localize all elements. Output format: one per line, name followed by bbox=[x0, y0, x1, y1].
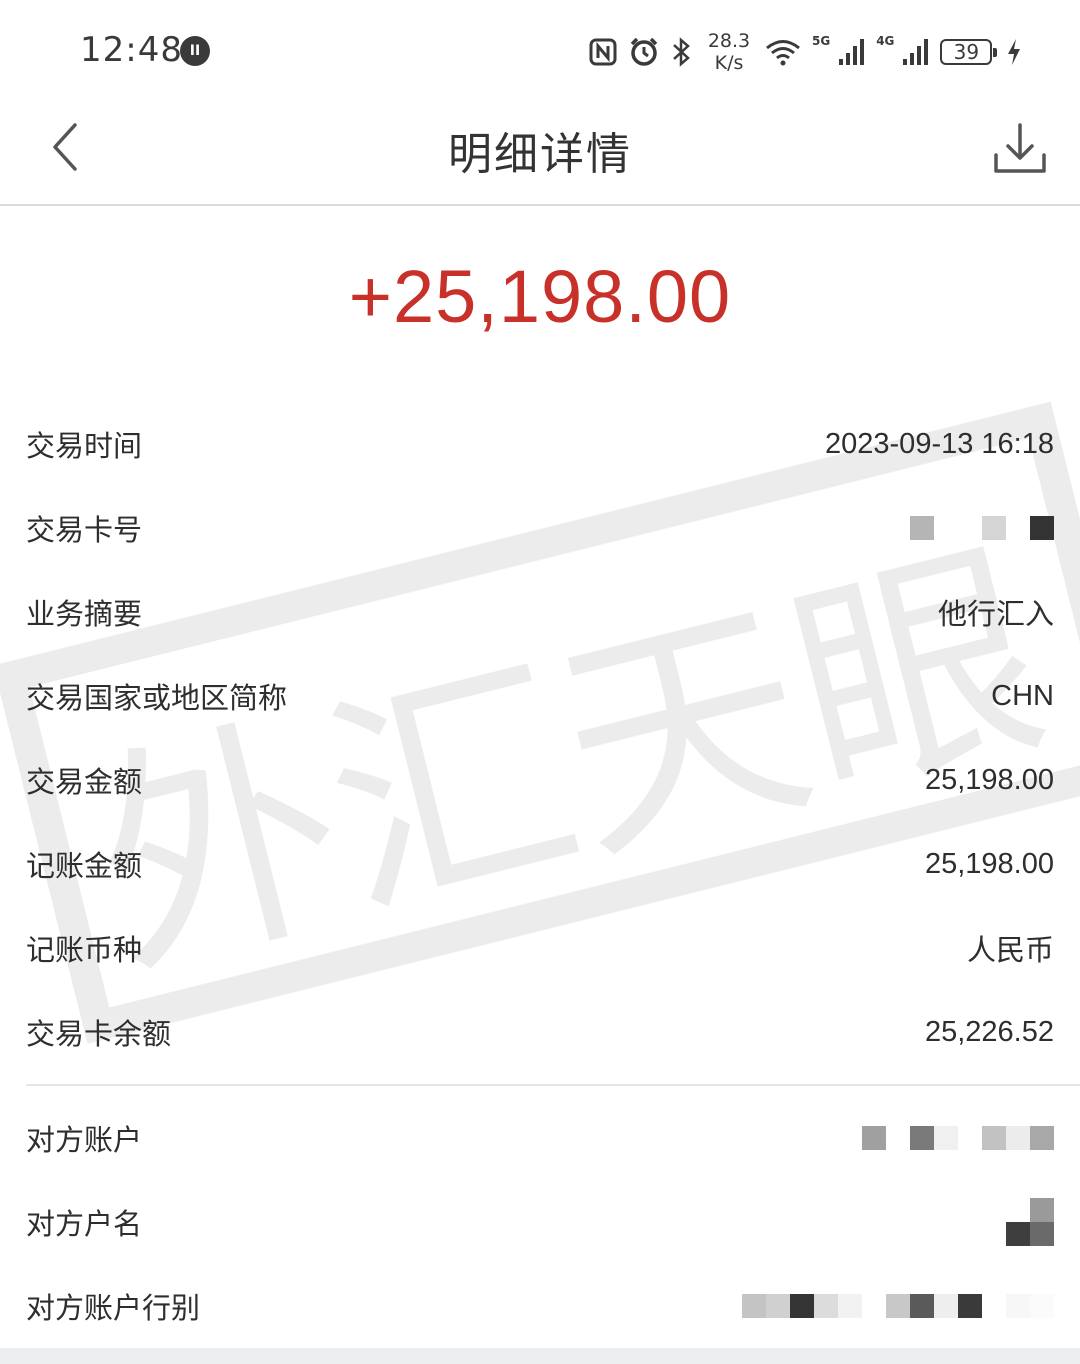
detail-value: 他行汇入 bbox=[937, 597, 1054, 631]
detail-label: 记账金额 bbox=[26, 849, 143, 883]
bottom-edge bbox=[0, 1348, 1080, 1364]
download-icon bbox=[994, 123, 1046, 173]
nav-header: 明细详情 bbox=[0, 100, 1080, 206]
battery-icon: 39 bbox=[940, 39, 998, 65]
detail-row: 交易金额 25,198.00 bbox=[26, 738, 1054, 822]
masked-account bbox=[862, 1126, 1054, 1150]
detail-value: 25,226.52 bbox=[924, 1015, 1054, 1048]
detail-value: 人民币 bbox=[966, 933, 1054, 967]
detail-row: 交易卡余额 25,226.52 bbox=[26, 990, 1054, 1074]
network-type-5g: 5G bbox=[812, 34, 831, 48]
detail-row: 对方账户 bbox=[26, 1096, 1054, 1180]
network-speed-unit: K/s bbox=[714, 52, 744, 74]
download-button[interactable] bbox=[985, 114, 1055, 184]
alarm-icon bbox=[628, 36, 660, 68]
detail-label: 交易卡余额 bbox=[26, 1017, 172, 1051]
transaction-amount: +25,198.00 bbox=[348, 255, 732, 338]
masked-account-name bbox=[1006, 1198, 1054, 1246]
detail-label: 交易时间 bbox=[26, 429, 143, 463]
detail-list: 交易时间 2023-09-13 16:18 交易卡号 业务摘要 他行汇入 交易国… bbox=[26, 402, 1054, 1074]
network-speed-value: 28.3 bbox=[707, 30, 751, 52]
status-icons: 28.3 K/s 5G 4G 39 bbox=[588, 28, 1022, 76]
detail-row: 业务摘要 他行汇入 bbox=[26, 570, 1054, 654]
wifi-icon bbox=[764, 37, 802, 67]
status-time: 12:48 bbox=[80, 30, 183, 70]
detail-value: 25,198.00 bbox=[924, 847, 1054, 880]
detail-label: 记账币种 bbox=[26, 933, 143, 967]
notification-icon: II bbox=[180, 36, 210, 66]
detail-label: 交易金额 bbox=[26, 765, 143, 799]
detail-row: 对方账户行别 bbox=[26, 1264, 1054, 1348]
network-type-4g: 4G bbox=[876, 34, 895, 48]
detail-row: 交易国家或地区简称 CHN bbox=[26, 654, 1054, 738]
detail-row: 记账币种 人民币 bbox=[26, 906, 1054, 990]
signal-icon bbox=[902, 37, 930, 67]
detail-label: 业务摘要 bbox=[26, 597, 143, 631]
detail-row: 对方户名 bbox=[26, 1180, 1054, 1264]
detail-label: 对方账户行别 bbox=[26, 1291, 201, 1325]
detail-value: 2023-09-13 16:18 bbox=[825, 427, 1054, 460]
detail-value: 25,198.00 bbox=[924, 763, 1054, 796]
detail-row: 交易时间 2023-09-13 16:18 bbox=[26, 402, 1054, 486]
detail-label: 交易国家或地区简称 bbox=[26, 681, 288, 715]
status-bar: 12:48 II 28.3 K/s 5G 4G 39 bbox=[0, 0, 1080, 100]
counterparty-list: 对方账户 对方户名 对方账户行别 bbox=[26, 1096, 1054, 1348]
signal-icon bbox=[838, 37, 866, 67]
nfc-icon bbox=[588, 37, 618, 67]
page-title: 明细详情 bbox=[448, 129, 632, 180]
section-divider bbox=[26, 1084, 1080, 1086]
detail-row: 交易卡号 bbox=[26, 486, 1054, 570]
detail-row: 记账金额 25,198.00 bbox=[26, 822, 1054, 906]
network-speed: 28.3 K/s bbox=[704, 30, 754, 74]
detail-label: 对方账户 bbox=[26, 1123, 143, 1157]
detail-label: 交易卡号 bbox=[26, 513, 143, 547]
detail-value: CHN bbox=[991, 679, 1054, 712]
bluetooth-icon bbox=[670, 36, 694, 68]
detail-label: 对方户名 bbox=[26, 1207, 143, 1241]
charging-icon bbox=[1006, 37, 1022, 67]
masked-bank-name bbox=[742, 1294, 1054, 1318]
masked-card-number bbox=[910, 516, 1054, 540]
